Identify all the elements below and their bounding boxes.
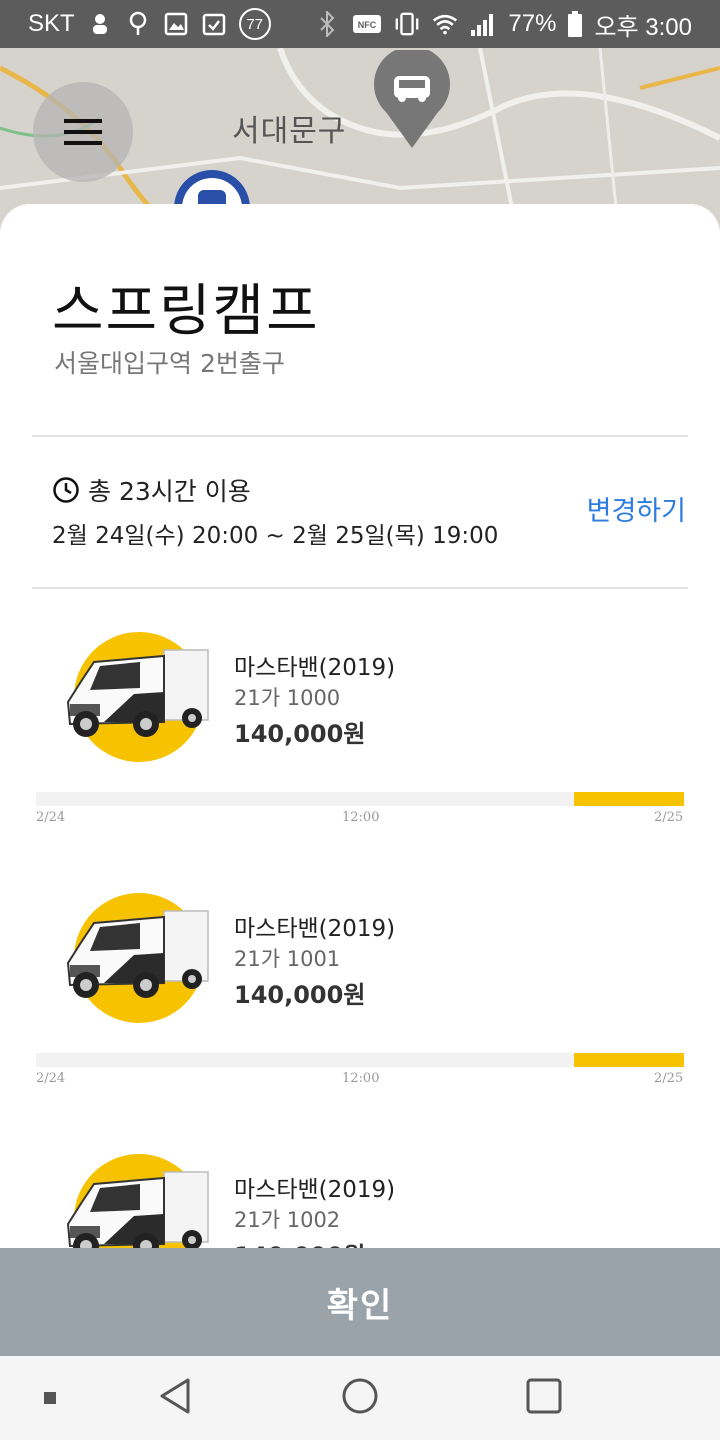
timeline-start-label: 2/24 — [36, 810, 66, 825]
signal-icon — [470, 11, 496, 37]
navigation-bar — [0, 1356, 720, 1440]
vehicle-image — [66, 893, 209, 1023]
bluetooth-icon — [314, 11, 340, 37]
change-time-button[interactable]: 변경하기 — [587, 489, 686, 528]
rental-time-range: 2월 24일(수) 20:00 ~ 2월 25일(목) 19:00 — [52, 523, 499, 549]
battery-icon — [568, 11, 583, 37]
vehicle-item[interactable]: 마스타밴(2019) 21가 1000 140,000원 2/24 12:00 … — [0, 632, 720, 893]
image-icon — [163, 11, 189, 37]
app-notification-icon — [87, 11, 113, 37]
divider — [32, 435, 688, 437]
vehicle-price: 140,000원 — [234, 720, 366, 748]
notification-count: 77 — [246, 15, 264, 33]
recents-button[interactable] — [524, 1376, 564, 1416]
booked-range — [573, 792, 684, 806]
clock: 오후 3:00 — [594, 13, 692, 41]
timeline-end-label: 2/25 — [654, 1071, 684, 1086]
vehicle-item[interactable]: 마스타밴(2019) 21가 1002 140,000원 — [0, 1154, 720, 1248]
map-district-label: 서대문구 — [232, 114, 347, 149]
vibrate-icon — [394, 11, 420, 37]
battery-level: 77% — [508, 10, 557, 37]
vehicle-image — [66, 632, 209, 762]
recents-icon — [526, 1378, 562, 1414]
car-marker-icon — [374, 48, 450, 148]
status-bar: SKT 77 NFC 77% 오후 3:00 — [0, 0, 720, 48]
vehicle-name: 마스타밴(2019) — [234, 1177, 396, 1203]
divider — [32, 587, 688, 589]
home-button[interactable] — [340, 1376, 380, 1416]
assistant-icon — [125, 11, 151, 37]
vehicle-plate: 21가 1000 — [234, 686, 341, 710]
availability-timeline — [36, 792, 684, 806]
booked-range — [573, 1053, 684, 1067]
place-title: 스프링캠프 — [52, 279, 320, 344]
back-icon — [160, 1378, 190, 1414]
confirm-button[interactable]: 확인 — [0, 1248, 720, 1356]
rental-duration-row: 총 23시간 이용 — [52, 472, 251, 508]
nfc-icon: NFC — [352, 11, 382, 37]
svg-text:NFC: NFC — [358, 20, 377, 30]
vehicle-name: 마스타밴(2019) — [234, 655, 396, 681]
vehicle-plate: 21가 1002 — [234, 1208, 341, 1232]
wifi-icon — [432, 11, 458, 37]
vehicle-image — [66, 1154, 209, 1248]
place-location: 서울대입구역 2번출구 — [54, 349, 285, 378]
vehicle-price: 140,000원 — [234, 981, 366, 1009]
timeline-mid-label: 12:00 — [342, 810, 380, 825]
notification-dot-button[interactable] — [38, 1386, 62, 1410]
back-button[interactable] — [156, 1376, 196, 1416]
hamburger-icon — [64, 119, 102, 145]
car-location-pin[interactable] — [372, 48, 452, 154]
timeline-end-label: 2/25 — [654, 810, 684, 825]
bottom-sheet: 스프링캠프 서울대입구역 2번출구 총 23시간 이용 2월 24일(수) 20… — [0, 204, 720, 1248]
timeline-mid-label: 12:00 — [342, 1071, 380, 1086]
availability-timeline — [36, 1053, 684, 1067]
menu-button[interactable] — [33, 82, 133, 182]
carrier-label: SKT — [28, 10, 75, 37]
calendar-check-icon — [201, 11, 227, 37]
notification-count-icon: 77 — [238, 8, 271, 40]
vehicle-item[interactable]: 마스타밴(2019) 21가 1001 140,000원 2/24 12:00 … — [0, 893, 720, 1154]
vehicle-price: 140,000원 — [234, 1236, 365, 1248]
home-icon — [342, 1378, 378, 1414]
rental-duration: 총 23시간 이용 — [88, 477, 251, 506]
timeline-start-label: 2/24 — [36, 1071, 66, 1086]
square-dot-icon — [44, 1392, 56, 1404]
vehicle-name: 마스타밴(2019) — [234, 916, 396, 942]
vehicle-plate: 21가 1001 — [234, 947, 341, 971]
clock-icon — [53, 477, 79, 503]
